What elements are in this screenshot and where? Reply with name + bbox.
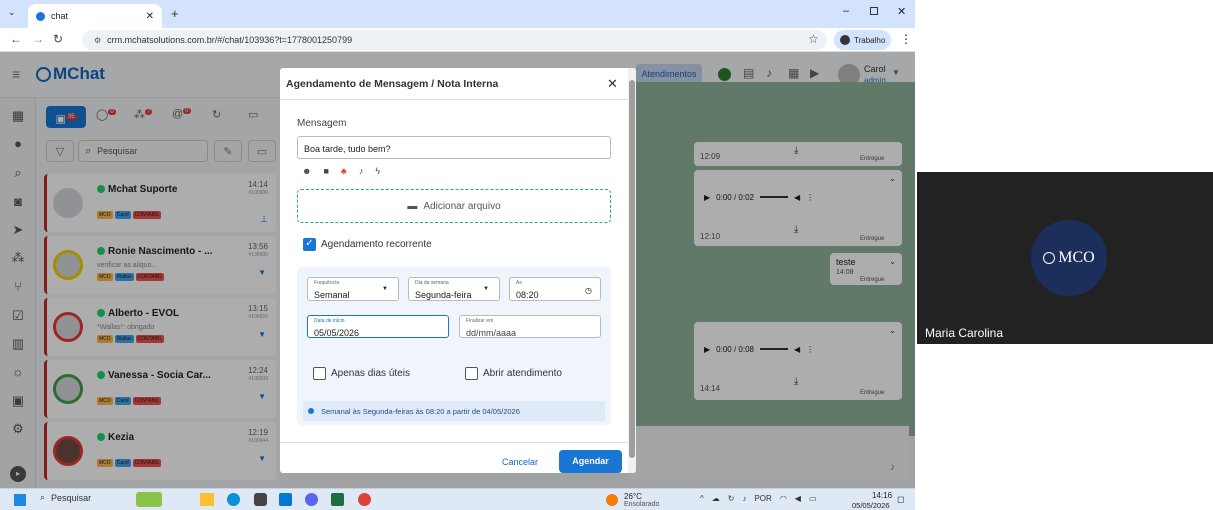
chevron-down-icon: ▼	[483, 286, 489, 292]
scrollbar-thumb[interactable]	[629, 80, 635, 458]
chrome-icon[interactable]	[358, 493, 371, 506]
modal-header: Agendamento de Mensagem / Nota Interna ✕	[280, 68, 628, 100]
open-ticket-checkbox[interactable]	[465, 367, 478, 380]
video-call-tile: MCO Maria Carolina	[917, 172, 1213, 344]
windows-start-icon[interactable]	[14, 494, 26, 506]
tray-app-icon[interactable]: ☁	[712, 494, 720, 503]
weather-text: Ensolarado	[624, 501, 660, 508]
screen: ⌄ chat ✕ + – ✕ ← → ↻ ⚙ crm.mchatsolution…	[0, 0, 1213, 510]
widgets-icon[interactable]	[136, 492, 162, 507]
clock-date[interactable]: 05/05/2026	[852, 501, 890, 510]
message-label: Mensagem	[297, 118, 347, 129]
contact-icon[interactable]: ♣	[341, 166, 347, 176]
participant-name: Maria Carolina	[925, 326, 1004, 340]
window-close-icon[interactable]: ✕	[897, 5, 906, 18]
forward-icon[interactable]: →	[32, 32, 44, 46]
mco-logo-icon	[1043, 252, 1056, 264]
whatsapp-app-icon[interactable]	[254, 493, 267, 506]
outlook-icon[interactable]	[279, 493, 292, 506]
tab-list-icon[interactable]: ⌄	[8, 7, 16, 18]
recurring-label: Agendamento recorrente	[321, 239, 432, 250]
cancel-button[interactable]: Cancelar	[502, 457, 538, 467]
modal-close-icon[interactable]: ✕	[607, 76, 618, 92]
notifications-icon[interactable]: ◻	[897, 494, 904, 505]
attachment-folder-icon[interactable]: ■	[323, 166, 328, 176]
bookmark-star-icon[interactable]: ☆	[808, 32, 819, 46]
file-explorer-icon[interactable]	[200, 493, 214, 506]
weekday-select[interactable]: Dia da semana Segunda-feira ▼	[408, 277, 500, 301]
browser-tab-bar: ⌄ chat ✕ + – ✕	[0, 0, 915, 28]
schedule-modal: Agendamento de Mensagem / Nota Interna ✕…	[280, 68, 636, 473]
profile-avatar-icon	[840, 35, 850, 45]
volume-icon[interactable]: ◀	[795, 494, 801, 503]
windows-taskbar: ⌕ Pesquisar 26°C Ensolarado ^ ☁ ↻ ♪ POR …	[0, 488, 915, 510]
info-icon	[308, 408, 314, 414]
new-tab-icon[interactable]: +	[171, 6, 179, 21]
restore-icon[interactable]	[870, 7, 878, 15]
message-toolbar: ☻ ■ ♣ ♪ ϟ	[302, 166, 380, 176]
excel-icon[interactable]	[331, 493, 344, 506]
modal-title: Agendamento de Mensagem / Nota Interna	[286, 78, 499, 90]
clock-time[interactable]: 14:16	[872, 491, 892, 500]
battery-icon[interactable]: ▭	[809, 494, 817, 503]
participant-avatar: MCO	[1031, 220, 1107, 296]
modal-scrollbar[interactable]	[628, 68, 636, 473]
recurrence-panel: Frequência Semanal ▼ Dia da semana Segun…	[297, 267, 611, 425]
browser-menu-icon[interactable]: ⋮	[900, 32, 912, 46]
edge-icon[interactable]	[227, 493, 240, 506]
recurring-checkbox[interactable]: ✓	[303, 238, 316, 251]
start-date-input[interactable]: Data de início 05/05/2026	[307, 315, 449, 338]
frequency-select[interactable]: Frequência Semanal ▼	[307, 277, 399, 301]
emoji-icon[interactable]: ☻	[302, 166, 311, 176]
tab-title: chat	[51, 11, 69, 21]
add-file-button[interactable]: ▬ Adicionar arquivo	[297, 189, 611, 223]
url-text: crm.mchatsolutions.com.br/#/chat/103936?…	[107, 35, 353, 45]
discord-icon[interactable]	[305, 493, 318, 506]
weather-sun-icon	[606, 494, 618, 506]
profile-button[interactable]: Trabalho	[834, 30, 892, 50]
clock-icon[interactable]: ◷	[585, 286, 592, 295]
temperature: 26°C	[624, 492, 642, 501]
tab-favicon-icon	[36, 11, 45, 21]
back-icon[interactable]: ←	[10, 32, 22, 46]
wifi-icon[interactable]: ◠	[780, 494, 787, 503]
language[interactable]: POR	[754, 494, 771, 503]
search-icon: ⌕	[40, 492, 46, 502]
browser-tab[interactable]: chat ✕	[28, 4, 162, 28]
business-days-label: Apenas dias úteis	[331, 368, 410, 379]
reload-icon[interactable]: ↻	[53, 32, 63, 46]
microphone-icon[interactable]: ♪	[359, 166, 364, 176]
minimize-icon[interactable]: –	[843, 5, 849, 17]
quick-reply-icon[interactable]: ϟ	[375, 166, 380, 176]
tab-close-icon[interactable]: ✕	[146, 11, 154, 22]
open-ticket-label: Abrir atendimento	[483, 368, 562, 379]
tray-chevron-icon[interactable]: ^	[700, 494, 704, 503]
time-input[interactable]: Às 08:20 ◷	[509, 277, 601, 301]
business-days-checkbox[interactable]	[313, 367, 326, 380]
url-input[interactable]: ⚙ crm.mchatsolutions.com.br/#/chat/10393…	[82, 30, 827, 50]
message-input[interactable]: Boa tarde, tudo bem?	[297, 136, 611, 159]
tray-sync-icon[interactable]: ↻	[728, 494, 735, 503]
modal-footer-divider	[280, 442, 628, 443]
end-date-input[interactable]: Finalizar em dd/mm/aaaa	[459, 315, 601, 338]
schedule-summary: Semanal às Segunda-feiras às 08:20 a par…	[303, 401, 605, 421]
schedule-button[interactable]: Agendar	[559, 450, 622, 473]
taskbar-search[interactable]: ⌕ Pesquisar	[40, 492, 91, 503]
chevron-down-icon: ▼	[382, 286, 388, 292]
folder-icon: ▬	[407, 200, 418, 212]
address-bar-row: ← → ↻ ⚙ crm.mchatsolutions.com.br/#/chat…	[0, 28, 915, 52]
site-info-icon[interactable]: ⚙	[94, 36, 101, 45]
tray-mic-icon[interactable]: ♪	[742, 494, 746, 503]
system-tray[interactable]: ^ ☁ ↻ ♪ POR ◠ ◀ ▭	[700, 494, 817, 503]
